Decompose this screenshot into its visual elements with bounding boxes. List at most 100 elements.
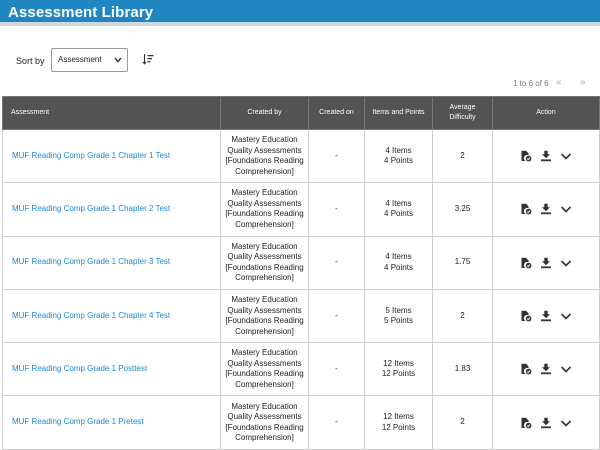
document-check-icon[interactable] (520, 203, 532, 215)
download-icon[interactable] (540, 310, 552, 322)
table-row: MUF Reading Comp Grade 1 Chapter 1 Test … (2, 128, 600, 184)
assessment-name-cell: MUF Reading Comp Grade 1 Chapter 2 Test (2, 182, 221, 237)
points-count: 12 Points (381, 422, 416, 432)
table-header-row: Assessment Created by Created on Items a… (2, 96, 600, 130)
created-by-line: Mastery Education (231, 135, 298, 145)
items-points-cell: 12 Items 12 Points (364, 342, 433, 397)
average-difficulty-cell: 1.83 (432, 342, 493, 397)
assessment-name-cell: MUF Reading Comp Grade 1 Posttest (2, 342, 221, 397)
assessment-name-cell: MUF Reading Comp Grade 1 Chapter 3 Test (2, 235, 221, 290)
document-check-icon[interactable] (520, 310, 532, 322)
items-count: 12 Items (383, 358, 414, 368)
created-by-line: [Foundations Reading (225, 209, 304, 219)
action-cell (492, 395, 600, 450)
table-row: MUF Reading Comp Grade 1 Chapter 4 Test … (2, 288, 600, 344)
created-by-line: Quality Assessments (227, 305, 302, 315)
created-by-line: [Foundations Reading (225, 316, 304, 326)
document-check-icon[interactable] (520, 417, 532, 429)
download-icon[interactable] (540, 363, 552, 375)
assessment-name-cell: MUF Reading Comp Grade 1 Chapter 1 Test (2, 128, 221, 184)
created-by-line: Comprehension] (235, 379, 294, 389)
pagination-prev-button[interactable]: « (556, 78, 562, 88)
items-count: 12 Items (383, 412, 414, 422)
table-row: MUF Reading Comp Grade 1 Posttest Master… (2, 342, 600, 397)
column-header-items-points[interactable]: Items and Points (364, 96, 433, 130)
app-header: Assessment Library (0, 0, 600, 26)
created-by-line: Comprehension] (235, 273, 294, 283)
created-by-line: [Foundations Reading (225, 369, 304, 379)
points-count: 4 Points (384, 262, 413, 272)
action-cell (492, 342, 600, 397)
items-points-cell: 4 Items 4 Points (364, 235, 433, 290)
assessment-name-link[interactable]: MUF Reading Comp Grade 1 Chapter 3 Test (12, 257, 170, 266)
download-icon[interactable] (540, 257, 552, 269)
sort-label: Sort by (16, 56, 45, 66)
created-by-line: Mastery Education (231, 348, 298, 358)
chevron-down-icon[interactable] (560, 150, 572, 162)
assessment-name-link[interactable]: MUF Reading Comp Grade 1 Chapter 2 Test (12, 204, 170, 213)
download-icon[interactable] (540, 203, 552, 215)
created-by-line: [Foundations Reading (225, 422, 304, 432)
table-row: MUF Reading Comp Grade 1 Chapter 2 Test … (2, 182, 600, 237)
column-header-average-difficulty[interactable]: Average Difficulty (432, 96, 493, 130)
chevron-down-icon[interactable] (560, 363, 572, 375)
items-points-cell: 4 Items 4 Points (364, 128, 433, 184)
created-by-cell: Mastery Education Quality Assessments [F… (220, 128, 309, 184)
chevron-down-icon[interactable] (560, 310, 572, 322)
assessment-name-link[interactable]: MUF Reading Comp Grade 1 Chapter 4 Test (12, 311, 170, 320)
column-header-created-by[interactable]: Created by (220, 96, 309, 130)
download-icon[interactable] (540, 150, 552, 162)
created-by-line: Comprehension] (235, 219, 294, 229)
page-title: Assessment Library (8, 4, 154, 21)
assessment-name-cell: MUF Reading Comp Grade 1 Chapter 4 Test (2, 288, 221, 344)
points-count: 4 Points (384, 156, 413, 166)
items-points-cell: 12 Items 12 Points (364, 395, 433, 450)
document-check-icon[interactable] (520, 363, 532, 375)
sort-select[interactable]: Assessment (51, 48, 128, 72)
points-count: 12 Points (381, 369, 416, 379)
created-on-cell: - (308, 128, 365, 184)
chevron-down-icon[interactable] (560, 257, 572, 269)
pagination-range: 1 to 6 of 6 (513, 79, 549, 88)
action-cell (492, 235, 600, 290)
action-cell (492, 288, 600, 344)
created-by-line: Quality Assessments (227, 358, 302, 368)
column-header-assessment[interactable]: Assessment (2, 96, 221, 130)
column-header-created-on[interactable]: Created on (308, 96, 365, 130)
assessment-name-link[interactable]: MUF Reading Comp Grade 1 Chapter 1 Test (12, 151, 170, 160)
items-count: 5 Items (385, 305, 412, 315)
assessment-name-link[interactable]: MUF Reading Comp Grade 1 Pretest (12, 417, 144, 426)
sort-select-value: Assessment (58, 55, 102, 64)
created-by-cell: Mastery Education Quality Assessments [F… (220, 288, 309, 344)
table-row: MUF Reading Comp Grade 1 Chapter 3 Test … (2, 235, 600, 290)
chevron-down-icon (114, 57, 122, 63)
average-difficulty-cell: 3.25 (432, 182, 493, 237)
items-count: 4 Items (385, 145, 412, 155)
action-cell (492, 182, 600, 237)
created-by-line: Quality Assessments (227, 145, 302, 155)
created-by-line: Quality Assessments (227, 412, 302, 422)
created-on-cell: - (308, 342, 365, 397)
created-by-cell: Mastery Education Quality Assessments [F… (220, 395, 309, 450)
created-by-line: Mastery Education (231, 188, 298, 198)
pagination-next-button[interactable]: » (580, 78, 586, 88)
download-icon[interactable] (540, 417, 552, 429)
average-difficulty-cell: 2 (432, 395, 493, 450)
items-points-cell: 5 Items 5 Points (364, 288, 433, 344)
assessment-name-link[interactable]: MUF Reading Comp Grade 1 Posttest (12, 364, 147, 373)
created-by-line: Comprehension] (235, 326, 294, 336)
created-on-cell: - (308, 182, 365, 237)
created-by-line: Mastery Education (231, 241, 298, 251)
sort-order-icon[interactable] (142, 53, 154, 65)
document-check-icon[interactable] (520, 150, 532, 162)
chevron-down-icon[interactable] (560, 203, 572, 215)
document-check-icon[interactable] (520, 257, 532, 269)
created-by-cell: Mastery Education Quality Assessments [F… (220, 342, 309, 397)
items-points-cell: 4 Items 4 Points (364, 182, 433, 237)
created-by-line: Comprehension] (235, 433, 294, 443)
chevron-down-icon[interactable] (560, 417, 572, 429)
points-count: 4 Points (384, 209, 413, 219)
items-count: 4 Items (385, 198, 412, 208)
created-by-line: Comprehension] (235, 166, 294, 176)
created-on-cell: - (308, 288, 365, 344)
